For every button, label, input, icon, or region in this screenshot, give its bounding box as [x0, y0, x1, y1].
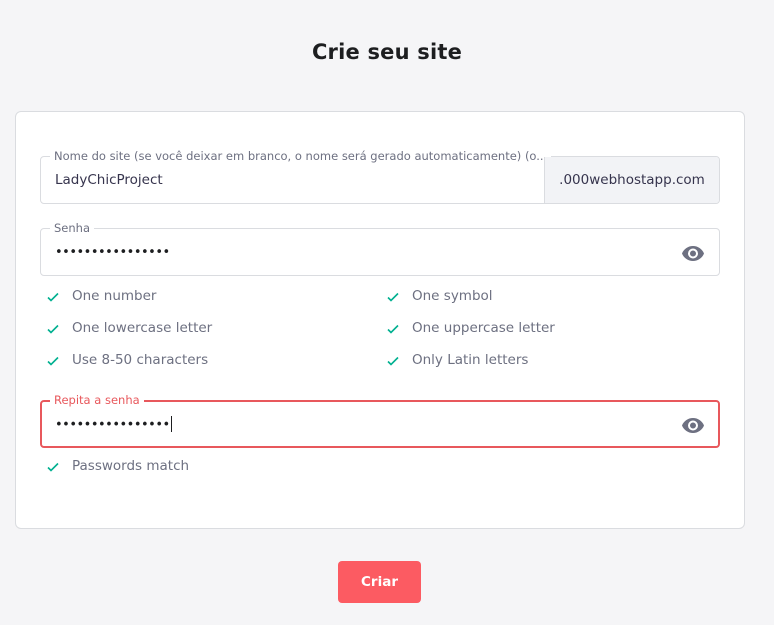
check-icon — [47, 356, 59, 366]
check-icon — [387, 292, 399, 302]
repeat-password-input[interactable]: •••••••••••••••• — [55, 416, 172, 433]
eye-icon[interactable] — [681, 413, 705, 437]
create-site-form: Nome do site (se você deixar em branco, … — [15, 111, 745, 529]
password-input[interactable]: •••••••••••••••• — [55, 245, 170, 260]
repeat-password-label: Repita a senha — [50, 392, 144, 408]
create-button[interactable]: Criar — [338, 561, 421, 603]
password-label: Senha — [50, 220, 94, 236]
site-name-field[interactable]: Nome do site (se você deixar em branco, … — [40, 148, 720, 204]
site-name-input[interactable]: LadyChicProject — [55, 172, 163, 188]
text-caret — [170, 416, 172, 432]
check-icon — [47, 462, 59, 472]
eye-icon[interactable] — [681, 241, 705, 265]
check-icon — [47, 324, 59, 334]
check-icon — [387, 356, 399, 366]
password-field[interactable]: Senha •••••••••••••••• — [40, 220, 720, 276]
check-icon — [47, 292, 59, 302]
page-title: Crie seu site — [311, 40, 463, 64]
repeat-password-field[interactable]: Repita a senha •••••••••••••••• — [40, 392, 720, 448]
site-name-label: Nome do site (se você deixar em branco, … — [50, 148, 552, 164]
domain-suffix: .000webhostapp.com — [544, 157, 719, 203]
check-icon — [387, 324, 399, 334]
